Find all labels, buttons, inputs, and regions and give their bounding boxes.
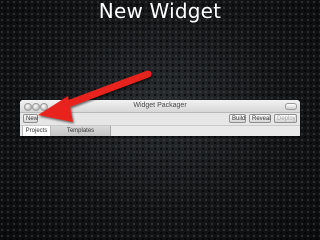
slide-title: New Widget [98,0,222,23]
toolbar-toggle-button[interactable] [285,103,297,110]
new-button[interactable]: New [23,114,38,123]
app-window: Widget Packager New Build Reveal Deploy … [20,100,300,136]
reveal-button[interactable]: Reveal [249,114,271,123]
tab-bar: Projects Templates [20,125,300,136]
window-titlebar: Widget Packager [20,100,300,113]
build-button[interactable]: Build [229,114,246,123]
tab-templates[interactable]: Templates [51,126,111,136]
toolbar: New Build Reveal Deploy [20,113,300,125]
deploy-button[interactable]: Deploy [274,114,297,123]
window-title: Widget Packager [133,102,187,109]
tab-projects[interactable]: Projects [22,126,51,136]
